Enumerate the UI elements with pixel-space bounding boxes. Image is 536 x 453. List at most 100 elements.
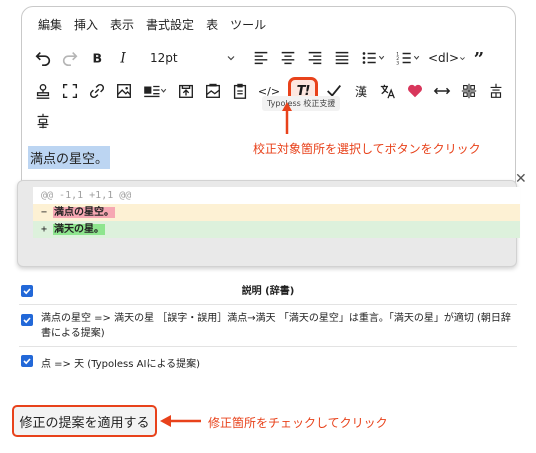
italic-button[interactable]: I <box>111 45 137 71</box>
undo-icon <box>35 52 51 67</box>
diff-added-text: 満天の星。 <box>53 224 105 235</box>
table-row: 満点の星空 => 満天の星 ［誤字・誤用］満点→満天 「満天の星空」は重言。「満… <box>19 305 517 347</box>
toolbar-row-1: B I 12pt 123 <dl> ” <box>30 44 495 72</box>
gallery-icon <box>206 83 220 98</box>
font-size-value: 12pt <box>150 51 178 65</box>
stamp-button[interactable] <box>30 78 56 104</box>
table-header: 説明 (辞書) <box>19 278 517 305</box>
kanji-button[interactable]: 漢 <box>348 78 374 104</box>
editor-content[interactable]: 満点の星空。 <box>28 146 111 169</box>
select-all-checkbox[interactable] <box>21 285 33 297</box>
redo-button[interactable] <box>57 45 83 71</box>
heart-button[interactable] <box>402 78 428 104</box>
bullet-list-button[interactable] <box>356 45 390 71</box>
svg-text:”: ” <box>474 49 484 67</box>
svg-text:I: I <box>119 51 126 67</box>
suggestion-checkbox-2[interactable] <box>21 355 33 367</box>
menu-tools[interactable]: ツール <box>230 13 266 37</box>
fullscreen-icon <box>62 83 78 99</box>
bullet-list-icon <box>362 52 385 64</box>
diff-removed-text: 満点の星空。 <box>53 207 115 218</box>
checkmark-icon <box>23 317 31 324</box>
apply-suggestions-button[interactable]: 修正の提案を適用する <box>12 405 157 437</box>
typoless-tooltip: Typoless 校正支援 <box>262 96 341 111</box>
blockquote-button[interactable]: ” <box>468 45 494 71</box>
media-align-button[interactable] <box>138 78 172 104</box>
dl-select-value: <dl> <box>428 51 460 65</box>
translate-button[interactable] <box>375 78 401 104</box>
svg-text:B: B <box>93 51 103 66</box>
character-icon <box>461 83 477 99</box>
suggestions-table: 説明 (辞書) 満点の星空 => 満天の星 ［誤字・誤用］満点→満天 「満天の星… <box>19 278 517 375</box>
align-right-button[interactable] <box>302 45 328 71</box>
diff-removed-line: − 満点の星空。 <box>33 204 520 221</box>
gallery-button[interactable] <box>200 78 226 104</box>
align-center-button[interactable] <box>275 45 301 71</box>
chevron-down-icon <box>460 56 465 60</box>
quote-icon: ” <box>474 49 484 67</box>
menu-insert[interactable]: 挿入 <box>74 13 98 37</box>
char-button-2[interactable] <box>483 78 509 104</box>
bold-button[interactable]: B <box>84 45 110 71</box>
link-icon <box>89 83 105 99</box>
diff-view: @@ -1,1 +1,1 @@ − 満点の星空。 + 満天の星。 <box>33 187 520 238</box>
check-hint: 修正箇所をチェックしてクリック <box>208 416 388 430</box>
translate-icon <box>380 84 395 99</box>
arrow-left-annotation <box>160 415 201 427</box>
align-media-icon <box>144 85 167 98</box>
menubar: 編集 挿入 表示 書式設定 表 ツール <box>22 13 266 37</box>
stamp-icon <box>36 84 50 99</box>
kanji-icon: 漢 <box>354 84 367 99</box>
paste-button[interactable] <box>227 78 253 104</box>
character-icon <box>37 113 49 129</box>
image-icon <box>117 84 131 98</box>
justify-button[interactable] <box>329 45 355 71</box>
char-button-3[interactable] <box>30 108 56 134</box>
diff-minus-marker: − <box>41 207 48 218</box>
align-left-button[interactable] <box>248 45 274 71</box>
align-center-icon <box>281 51 295 65</box>
clipboard-icon <box>233 83 247 99</box>
menu-view[interactable]: 表示 <box>110 13 134 37</box>
svg-text:3: 3 <box>396 60 399 66</box>
upload-image-button[interactable] <box>173 78 199 104</box>
numbered-list-button[interactable]: 123 <box>391 45 425 71</box>
suggestion-checkbox-1[interactable] <box>21 314 33 326</box>
column-header-description: 説明 (辞書) <box>241 286 295 297</box>
numbered-list-icon: 123 <box>396 51 420 66</box>
chevron-down-icon <box>227 56 235 61</box>
toolbar-row-3 <box>30 107 57 135</box>
suggestion-text-1: 満点の星空 => 満天の星 ［誤字・誤用］満点→満天 「満天の星空」は重言。「満… <box>41 313 511 339</box>
image-button[interactable] <box>111 78 137 104</box>
menu-edit[interactable]: 編集 <box>38 13 62 37</box>
undo-button[interactable] <box>30 45 56 71</box>
dl-select[interactable]: <dl> <box>426 45 468 71</box>
align-left-icon <box>254 51 268 65</box>
menu-table[interactable]: 表 <box>206 13 218 37</box>
heart-icon <box>407 84 423 98</box>
italic-icon: I <box>119 51 126 67</box>
bold-icon: B <box>93 51 103 66</box>
table-row: 点 => 天 (Typoless AIによる提案) <box>19 347 517 375</box>
char-button-1[interactable] <box>456 78 482 104</box>
menu-format[interactable]: 書式設定 <box>146 13 194 37</box>
diff-added-line: + 満天の星。 <box>33 221 520 238</box>
upload-image-icon <box>179 84 193 98</box>
checkmark-icon <box>23 288 31 295</box>
arrow-up-annotation <box>282 102 292 134</box>
select-hint: 校正対象箇所を選択してボタンをクリック <box>253 142 481 156</box>
justify-icon <box>335 51 349 65</box>
checkmark-icon <box>23 358 31 365</box>
character-icon <box>490 83 502 98</box>
diff-plus-marker: + <box>41 224 48 235</box>
horizontal-button[interactable] <box>429 78 455 104</box>
link-button[interactable] <box>84 78 110 104</box>
redo-icon <box>62 52 78 67</box>
fullscreen-button[interactable] <box>57 78 83 104</box>
align-right-icon <box>308 51 322 65</box>
arrows-horizontal-icon <box>433 87 451 95</box>
suggestion-text-2: 点 => 天 (Typoless AIによる提案) <box>41 359 201 370</box>
diff-header: @@ -1,1 +1,1 @@ <box>33 187 520 204</box>
diff-panel: @@ -1,1 +1,1 @@ − 満点の星空。 + 満天の星。 <box>17 180 520 267</box>
font-size-select[interactable]: 12pt <box>144 45 242 71</box>
